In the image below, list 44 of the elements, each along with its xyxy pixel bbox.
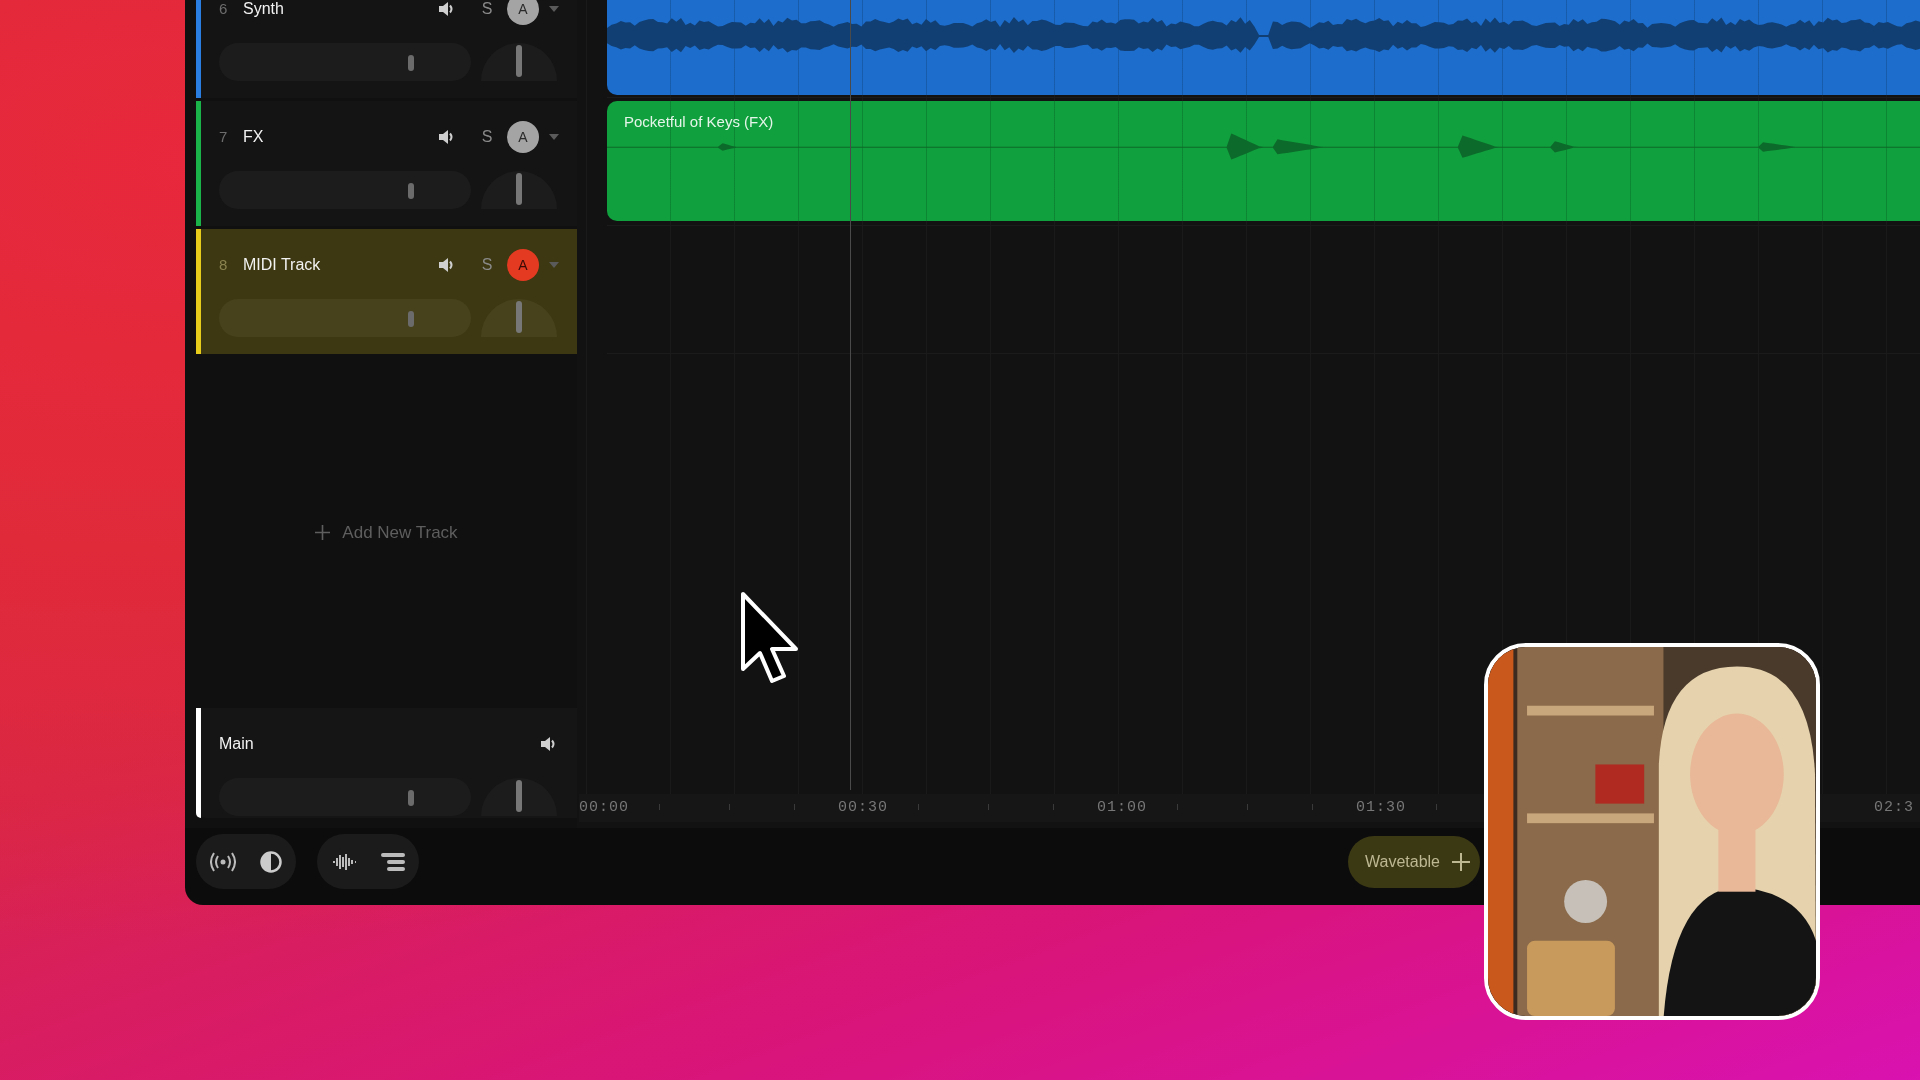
volume-slider[interactable] <box>219 171 471 209</box>
plus-icon[interactable] <box>315 525 331 540</box>
arm-button[interactable]: A <box>507 249 539 281</box>
volume-slider[interactable] <box>219 43 471 81</box>
caret-icon[interactable] <box>549 134 559 140</box>
broadcast-icon[interactable] <box>210 850 236 873</box>
speaker-icon[interactable] <box>437 129 455 145</box>
track-number: 7 <box>219 126 229 147</box>
ruler-label: 00:00 <box>579 799 629 816</box>
slider-thumb[interactable] <box>407 311 414 327</box>
slider-thumb[interactable] <box>407 183 414 199</box>
plus-icon[interactable] <box>1452 852 1470 871</box>
list-icon[interactable] <box>381 850 405 873</box>
ruler-label: 01:00 <box>1097 799 1147 816</box>
caret-icon[interactable] <box>549 262 559 268</box>
ruler-label: 02:3 <box>1874 799 1914 816</box>
ruler-label: 01:30 <box>1356 799 1406 816</box>
arm-button[interactable]: A <box>507 0 539 25</box>
caret-icon[interactable] <box>549 6 559 12</box>
solo-button[interactable]: S <box>477 0 497 21</box>
slider-thumb[interactable] <box>407 790 414 806</box>
solo-button[interactable]: S <box>477 125 497 149</box>
solo-button[interactable]: S <box>477 253 497 277</box>
instrument-button[interactable]: Wavetable <box>1348 835 1480 888</box>
track-name: MIDI Track <box>243 255 322 275</box>
speaker-icon[interactable] <box>437 1 455 17</box>
contrast-icon[interactable] <box>260 850 282 873</box>
ruler-label: 00:30 <box>838 799 888 816</box>
track-row[interactable]: 7 FX S A <box>196 101 577 226</box>
track-row[interactable]: 8 MIDI Track S A <box>196 229 577 354</box>
track-name: Synth <box>243 0 285 19</box>
track-number: 6 <box>219 0 229 19</box>
volume-slider[interactable] <box>219 299 471 337</box>
audio-clip[interactable]: Pocketful of Keys (FX) <box>607 101 1920 221</box>
slider-thumb[interactable] <box>407 55 414 71</box>
track-name: FX <box>243 127 265 147</box>
track-name: Main <box>219 734 255 754</box>
volume-slider[interactable] <box>219 778 471 816</box>
clip-name: Pocketful of Keys (FX) <box>624 112 774 132</box>
arm-button[interactable]: A <box>507 121 539 153</box>
speaker-icon[interactable] <box>437 257 455 273</box>
track-number: 8 <box>219 254 229 275</box>
speaker-icon[interactable] <box>539 736 557 752</box>
track-row[interactable]: 6 Synth S A <box>196 0 577 98</box>
